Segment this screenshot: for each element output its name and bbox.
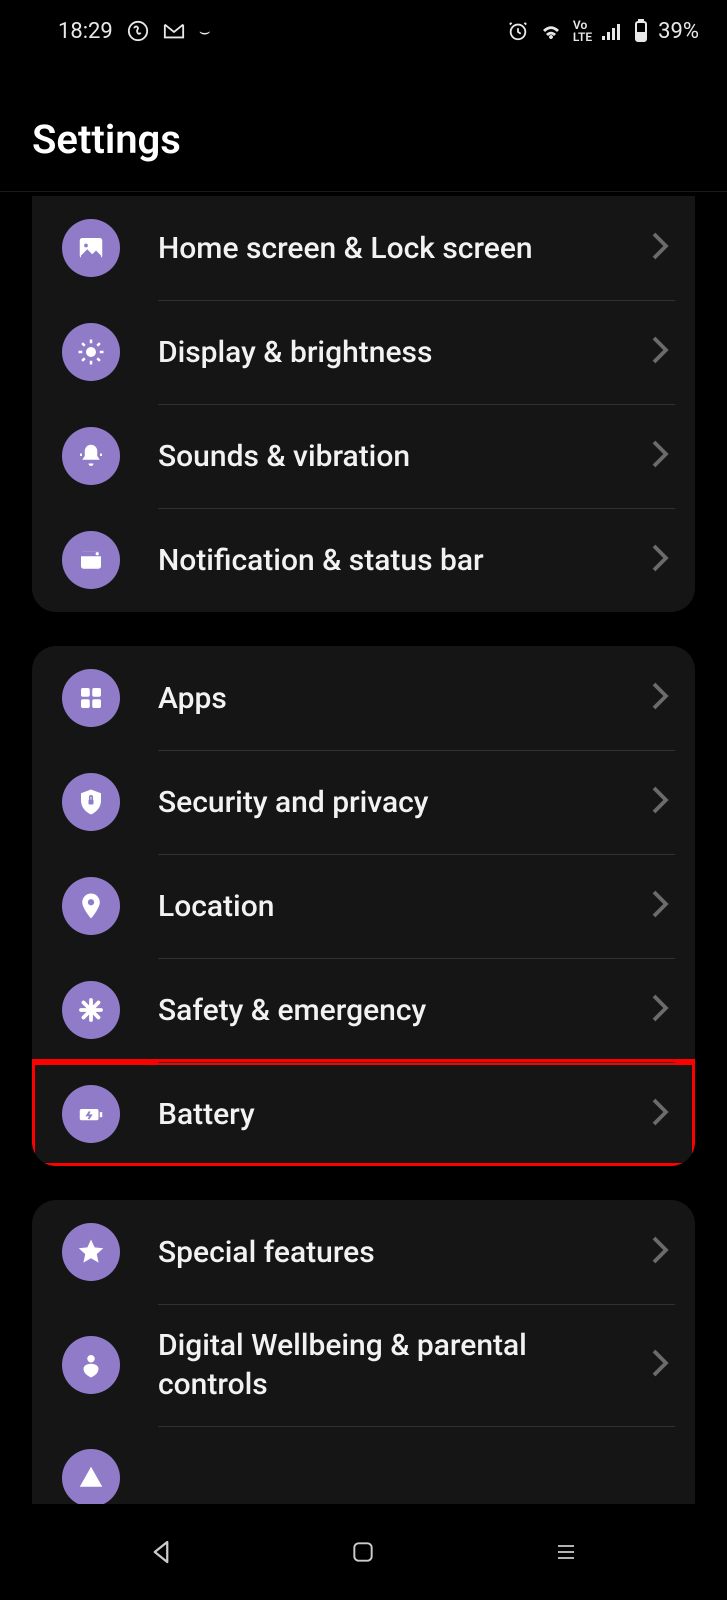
shield-icon: [62, 773, 120, 831]
chevron-right-icon: [651, 439, 669, 473]
row-label: Sounds & vibration: [158, 437, 639, 476]
status-time: 18:29: [58, 19, 113, 44]
partial-icon: [62, 1449, 120, 1507]
chevron-right-icon: [651, 785, 669, 819]
settings-row-special[interactable]: Special features: [32, 1200, 695, 1304]
picture-icon: [62, 219, 120, 277]
settings-row-wellbeing[interactable]: Digital Wellbeing & parental controls: [32, 1304, 695, 1426]
settings-content[interactable]: Home screen & Lock screen Display & brig…: [0, 192, 727, 1530]
chevron-right-icon: [651, 335, 669, 369]
alarm-icon: [507, 20, 529, 42]
brightness-icon: [62, 323, 120, 381]
settings-row-sounds[interactable]: Sounds & vibration: [32, 404, 695, 508]
wellbeing-icon: [62, 1336, 120, 1394]
apps-icon: [62, 669, 120, 727]
row-label: Apps: [158, 679, 639, 718]
gmail-icon: [163, 22, 185, 40]
settings-row-notification[interactable]: Notification & status bar: [32, 508, 695, 612]
battery-icon: [634, 19, 648, 43]
settings-group-display: Home screen & Lock screen Display & brig…: [32, 196, 695, 612]
bell-icon: [62, 427, 120, 485]
settings-row-apps[interactable]: Apps: [32, 646, 695, 750]
more-notification-icon: ⌣: [199, 21, 211, 42]
battery-charging-icon: [62, 1085, 120, 1143]
page-title: Settings: [0, 62, 727, 192]
chevron-right-icon: [651, 993, 669, 1027]
row-label: Security and privacy: [158, 783, 639, 822]
row-label: Location: [158, 887, 639, 926]
signal-icon: [602, 22, 624, 40]
chevron-right-icon: [651, 889, 669, 923]
settings-group-system: Apps Security and privacy Location Safet…: [32, 646, 695, 1166]
chevron-right-icon: [651, 1235, 669, 1269]
whatsapp-icon: [127, 20, 149, 42]
star-icon: [62, 1223, 120, 1281]
chevron-right-icon: [651, 681, 669, 715]
settings-group-features: Special features Digital Wellbeing & par…: [32, 1200, 695, 1530]
wifi-icon: [539, 21, 563, 41]
navigation-bar: [0, 1504, 727, 1600]
row-label: Digital Wellbeing & parental controls: [158, 1326, 639, 1404]
row-label: Battery: [158, 1095, 639, 1134]
location-icon: [62, 877, 120, 935]
row-label: Special features: [158, 1233, 639, 1272]
settings-row-display[interactable]: Display & brightness: [32, 300, 695, 404]
status-bar: 18:29 ⌣ VoLTE 39%: [0, 0, 727, 62]
settings-row-safety[interactable]: Safety & emergency: [32, 958, 695, 1062]
row-label: Home screen & Lock screen: [158, 229, 639, 268]
volte-icon: VoLTE: [573, 19, 592, 43]
asterisk-icon: [62, 981, 120, 1039]
home-button[interactable]: [303, 1539, 423, 1565]
recent-button[interactable]: [506, 1540, 626, 1564]
chevron-right-icon: [651, 1348, 669, 1382]
battery-percent: 39%: [658, 19, 699, 44]
row-label: Notification & status bar: [158, 541, 639, 580]
row-label: Safety & emergency: [158, 991, 639, 1030]
chevron-right-icon: [651, 231, 669, 265]
row-label: Display & brightness: [158, 333, 639, 372]
settings-row-battery[interactable]: Battery: [32, 1062, 695, 1166]
back-button[interactable]: [101, 1537, 221, 1567]
chevron-right-icon: [651, 543, 669, 577]
notification-bar-icon: [62, 531, 120, 589]
status-left: 18:29 ⌣: [58, 19, 211, 44]
chevron-right-icon: [651, 1097, 669, 1131]
settings-row-home-lock[interactable]: Home screen & Lock screen: [32, 196, 695, 300]
settings-row-security[interactable]: Security and privacy: [32, 750, 695, 854]
status-right: VoLTE 39%: [507, 19, 699, 44]
settings-row-location[interactable]: Location: [32, 854, 695, 958]
